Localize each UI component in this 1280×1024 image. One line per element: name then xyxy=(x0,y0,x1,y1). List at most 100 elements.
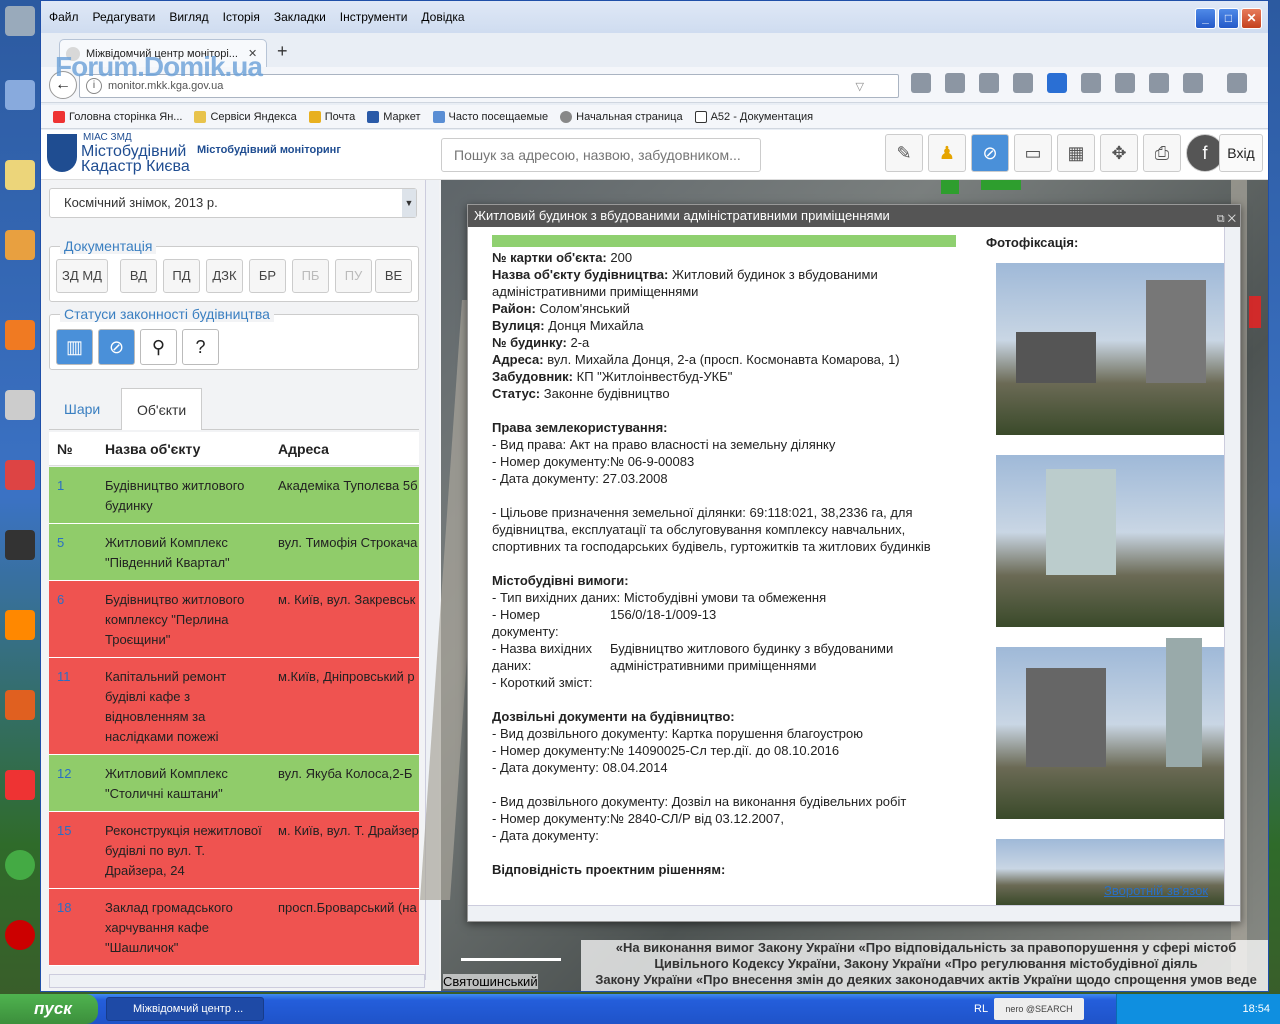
row-number: 12 xyxy=(57,766,72,781)
address-search-input[interactable] xyxy=(441,138,761,172)
desktop-icon-nero[interactable] xyxy=(0,530,40,562)
edit-icon[interactable]: ✎ xyxy=(885,134,923,172)
language-indicator[interactable]: RL xyxy=(974,994,988,1024)
table-row[interactable]: 6 Будівництво житлового комплексу "Перлин… xyxy=(49,581,419,658)
doc-button-pd[interactable]: ПД xyxy=(163,259,200,293)
table-row[interactable]: 15 Реконструкція нежитлової будівлі по ву… xyxy=(49,812,419,889)
row-name: Будівництво житлового будинку xyxy=(105,478,245,513)
bookmark-star-icon[interactable] xyxy=(1047,73,1067,93)
mail-icon[interactable] xyxy=(911,73,931,93)
search-status-icon[interactable]: ⚲ xyxy=(140,329,177,365)
login-button[interactable]: Вхід xyxy=(1219,134,1263,172)
popup-vertical-scrollbar[interactable] xyxy=(1224,227,1240,905)
map-parcel-red[interactable] xyxy=(1249,296,1261,328)
desktop-icon-ucbrowser[interactable] xyxy=(0,610,40,642)
ruler-icon[interactable]: ▭ xyxy=(1014,134,1052,172)
kyiv-coat-of-arms-icon[interactable] xyxy=(47,134,77,172)
photo-2[interactable] xyxy=(996,455,1224,627)
url-dropdown-icon[interactable]: ▽ xyxy=(856,80,864,93)
desktop-icon-computer[interactable] xyxy=(0,6,40,38)
pocket-icon[interactable] xyxy=(1149,73,1169,93)
street-view-icon[interactable]: ♟ xyxy=(928,134,966,172)
map-parcel-green[interactable] xyxy=(941,180,959,194)
desktop-icon-faststone[interactable] xyxy=(0,460,40,492)
home-icon[interactable] xyxy=(1183,73,1203,93)
popup-horizontal-scrollbar[interactable] xyxy=(468,905,1240,921)
doc-button-ve[interactable]: ВЕ xyxy=(375,259,412,293)
clock[interactable]: 18:54 xyxy=(1242,1003,1270,1015)
tab-layers[interactable]: Шари xyxy=(49,388,115,430)
doc-button-zdmd[interactable]: ЗД МД xyxy=(56,259,108,293)
menu-history[interactable]: Історія xyxy=(223,10,260,24)
hamburger-menu-icon[interactable] xyxy=(1227,73,1247,93)
maximize-icon[interactable]: □ xyxy=(1218,8,1239,29)
row-address: м. Київ, вул. Т. Драйзер xyxy=(278,823,419,838)
photo-3[interactable] xyxy=(996,638,1224,819)
menu-tools[interactable]: Інструменти xyxy=(340,10,408,24)
tab-objects[interactable]: Об'єкти xyxy=(121,388,203,430)
measure-icon[interactable]: ▦ xyxy=(1057,134,1095,172)
map-parcel-green[interactable] xyxy=(981,180,1021,190)
bookmark-yandex-services[interactable]: Сервіси Яндекса xyxy=(194,110,297,123)
map-view[interactable]: Святошинський «На виконання вимог Закону… xyxy=(420,180,1268,991)
legal-building-icon[interactable]: ▥ xyxy=(56,329,93,365)
logo-title[interactable]: Містобудівний Кадастр Києва xyxy=(81,144,190,175)
doc-button-vd[interactable]: ВД xyxy=(120,259,157,293)
bookmark-start-page[interactable]: Начальная страница xyxy=(560,110,683,123)
menu-file[interactable]: Файл xyxy=(49,10,79,24)
row-number: 5 xyxy=(57,535,65,550)
doc-button-pu[interactable]: ПУ xyxy=(335,259,372,293)
doc-button-pb[interactable]: ПБ xyxy=(292,259,329,293)
cart-icon xyxy=(367,110,380,123)
table-row[interactable]: 11 Капітальний ремонт будівлі кафе з відн… xyxy=(49,658,419,755)
illegal-building-icon[interactable]: ⊘ xyxy=(98,329,135,365)
reading-list-icon[interactable] xyxy=(1081,73,1101,93)
window-controls: _ □ ✕ xyxy=(1195,8,1262,29)
desktop-icon-avast[interactable] xyxy=(0,320,40,352)
menu-view[interactable]: Вигляд xyxy=(169,10,208,24)
nero-search-box[interactable]: nero @SEARCH xyxy=(994,998,1084,1020)
minimize-icon[interactable]: _ xyxy=(1195,8,1216,29)
desktop-icon-mozilla[interactable] xyxy=(0,690,40,722)
menu-help[interactable]: Довідка xyxy=(421,10,464,24)
doc-button-dzk[interactable]: ДЗК xyxy=(206,259,243,293)
close-icon[interactable]: ✕ xyxy=(1241,8,1262,29)
extension2-icon[interactable] xyxy=(1013,73,1033,93)
desktop-icon-calc[interactable] xyxy=(0,390,40,422)
desktop-icon-yandex[interactable] xyxy=(0,770,40,802)
desktop-icon-recycle[interactable] xyxy=(0,80,40,112)
desktop-icon-opera[interactable] xyxy=(0,920,40,952)
print-icon[interactable]: ⎙ xyxy=(1143,134,1181,172)
new-tab-icon[interactable]: + xyxy=(277,41,288,62)
documentation-group: Документація ЗД МД ВД ПД ДЗК БР ПБ ПУ ВЕ xyxy=(49,238,419,302)
help-search-icon[interactable]: ? xyxy=(182,329,219,365)
menu-edit[interactable]: Редагувати xyxy=(93,10,156,24)
weather-icon[interactable] xyxy=(945,73,965,93)
pan-icon[interactable]: ✥ xyxy=(1100,134,1138,172)
table-row[interactable]: 5 Житловий Комплекс "Південний Квартал" ву… xyxy=(49,524,419,581)
download-icon[interactable] xyxy=(1115,73,1135,93)
compass-icon[interactable]: ⊘ xyxy=(971,134,1009,172)
menu-bookmarks[interactable]: Закладки xyxy=(274,10,326,24)
photo-1[interactable] xyxy=(996,263,1224,435)
desktop-icon-docs[interactable] xyxy=(0,160,40,192)
table-row[interactable]: 1 Будівництво житлового будинку Академіка … xyxy=(49,467,419,524)
system-tray: 18:54 xyxy=(1116,994,1280,1024)
bookmark-a52-docs[interactable]: A52 - Документация xyxy=(694,110,813,123)
table-row[interactable]: 12 Житловий Комплекс "Столичні каштани" ву… xyxy=(49,755,419,812)
taskbar-firefox-item[interactable]: Міжвідомчий центр ... xyxy=(106,997,264,1021)
desktop-icon-aimp[interactable] xyxy=(0,230,40,262)
doc-button-br[interactable]: БР xyxy=(249,259,286,293)
bookmark-market[interactable]: Маркет xyxy=(367,110,421,123)
basemap-select[interactable]: Космічний знімок, 2013 р. ▼ xyxy=(49,188,417,218)
left-horizontal-scrollbar[interactable] xyxy=(49,974,425,988)
feedback-link[interactable]: Зворотній зв'язок xyxy=(1104,883,1208,898)
browser-window: Файл Редагувати Вигляд Історія Закладки … xyxy=(40,0,1269,992)
desktop-icon-chrome[interactable] xyxy=(0,850,40,882)
table-row[interactable]: 18 Заклад громадського харчування кафе "Ш… xyxy=(49,889,419,966)
bookmark-yandex-home[interactable]: Головна сторінка Ян... xyxy=(53,110,182,123)
bookmark-most-visited[interactable]: Часто посещаемые xyxy=(432,110,548,123)
extension-icon[interactable] xyxy=(979,73,999,93)
bookmark-mail[interactable]: Почта xyxy=(308,110,355,123)
start-button[interactable]: пуск xyxy=(0,994,98,1024)
